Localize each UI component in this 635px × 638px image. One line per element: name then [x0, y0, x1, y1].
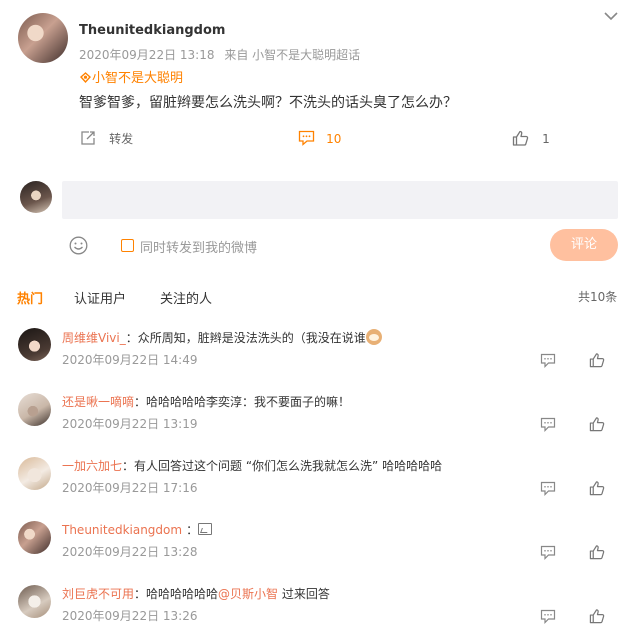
repost-button[interactable]: 转发 — [80, 128, 133, 146]
comment-row: 周维维Vivi_：众所周知，脏辫是没法洗头的（我没在说谁 — [62, 329, 382, 346]
reply-icon[interactable] — [540, 417, 556, 432]
topic-tag[interactable]: 小智不是大聪明 — [79, 67, 183, 86]
like-button[interactable]: 1 — [512, 128, 550, 146]
cat-emoji-icon — [365, 329, 382, 345]
supertopic-icon — [79, 71, 92, 84]
comment-username[interactable]: 还是啾一嘀嘀 — [62, 395, 134, 409]
comment-row: Theunitedkiangdom ： — [62, 521, 213, 538]
comment-time: 2020年09月22日 14:49 — [62, 353, 198, 367]
topic-tag-label: 小智不是大聪明 — [92, 71, 184, 86]
comment-input[interactable] — [62, 181, 618, 219]
collapse-chevron-icon[interactable] — [604, 11, 618, 21]
comment-text: ：哈哈哈哈哈哈 — [134, 587, 219, 601]
repost-icon — [80, 130, 96, 146]
thumbs-up-icon[interactable] — [589, 352, 605, 368]
comment-time: 2020年09月22日 17:16 — [62, 481, 198, 495]
repost-checkbox-label: 同时转发到我的微博 — [140, 241, 258, 256]
tab-hot[interactable]: 热门 — [17, 288, 43, 307]
repost-checkbox[interactable] — [121, 239, 134, 252]
comment-username[interactable]: Theunitedkiangdom — [62, 523, 182, 537]
reply-icon[interactable] — [540, 353, 556, 368]
comment-total: 共10条 — [578, 290, 618, 304]
post-source[interactable]: 小智不是大聪明超话 — [252, 48, 360, 62]
comment-time: 2020年09月22日 13:28 — [62, 545, 198, 559]
comment-avatar[interactable] — [18, 457, 51, 490]
like-count: 1 — [542, 132, 550, 146]
comment-row: 刘巨虎不可用：哈哈哈哈哈哈@贝斯小智 过来回答 — [62, 585, 330, 602]
comment-count: 10 — [326, 132, 342, 146]
comment-time: 2020年09月22日 13:19 — [62, 417, 198, 431]
comment-button[interactable]: 10 — [298, 128, 341, 146]
comment-text: ： — [186, 523, 199, 537]
thumbs-up-icon[interactable] — [589, 544, 605, 560]
reply-icon[interactable] — [540, 609, 556, 624]
comment-text: ：有人回答过这个问题 “你们怎么洗我就怎么洗” 哈哈哈哈哈 — [122, 459, 443, 473]
post-author-name[interactable]: Theunitedkiangdom — [79, 23, 225, 38]
comment-username[interactable]: 一加六加七 — [62, 459, 122, 473]
comment-text-tail: 过来回答 — [278, 587, 330, 601]
thumbs-up-icon — [512, 130, 529, 146]
comment-username[interactable]: 刘巨虎不可用 — [62, 587, 134, 601]
thumbs-up-icon[interactable] — [589, 480, 605, 496]
repost-label: 转发 — [109, 132, 134, 146]
comment-row: 一加六加七：有人回答过这个问题 “你们怎么洗我就怎么洗” 哈哈哈哈哈 — [62, 457, 442, 474]
comment-avatar[interactable] — [18, 393, 51, 426]
tab-verified[interactable]: 认证用户 — [74, 288, 126, 307]
comment-avatar[interactable] — [18, 328, 51, 361]
submit-comment-button[interactable]: 评论 — [550, 229, 618, 261]
post-text: 智爹智爹，留脏辫要怎么洗头啊？不洗头的话头臭了怎么办？ — [79, 95, 457, 111]
post-from-label: 来自 — [224, 48, 249, 62]
comment-icon — [298, 130, 315, 146]
comment-avatar[interactable] — [18, 585, 51, 618]
post-date[interactable]: 2020年09月22日 13:18 — [79, 48, 214, 62]
post-author-avatar[interactable] — [18, 13, 68, 63]
my-avatar[interactable] — [20, 181, 52, 213]
thumbs-up-icon[interactable] — [589, 416, 605, 432]
reply-icon[interactable] — [540, 481, 556, 496]
comment-username[interactable]: 周维维Vivi_ — [62, 331, 126, 345]
emoji-icon[interactable] — [69, 236, 88, 255]
comment-avatar[interactable] — [18, 521, 51, 554]
reply-icon[interactable] — [540, 545, 556, 560]
image-icon[interactable] — [198, 523, 213, 535]
post-meta: 2020年09月22日 13:18 来自 小智不是大聪明超话 — [79, 46, 360, 63]
comment-row: 还是啾一嘀嘀：哈哈哈哈哈李奕淳：我不要面子的嘛！ — [62, 393, 350, 410]
comment-mention[interactable]: @贝斯小智 — [218, 587, 278, 601]
tab-following[interactable]: 关注的人 — [160, 288, 212, 307]
comment-text: ：众所周知，脏辫是没法洗头的（我没在说谁 — [125, 331, 366, 345]
comment-text: ：哈哈哈哈哈李奕淳：我不要面子的嘛！ — [134, 395, 351, 409]
comment-time: 2020年09月22日 13:26 — [62, 609, 198, 623]
thumbs-up-icon[interactable] — [589, 608, 605, 624]
